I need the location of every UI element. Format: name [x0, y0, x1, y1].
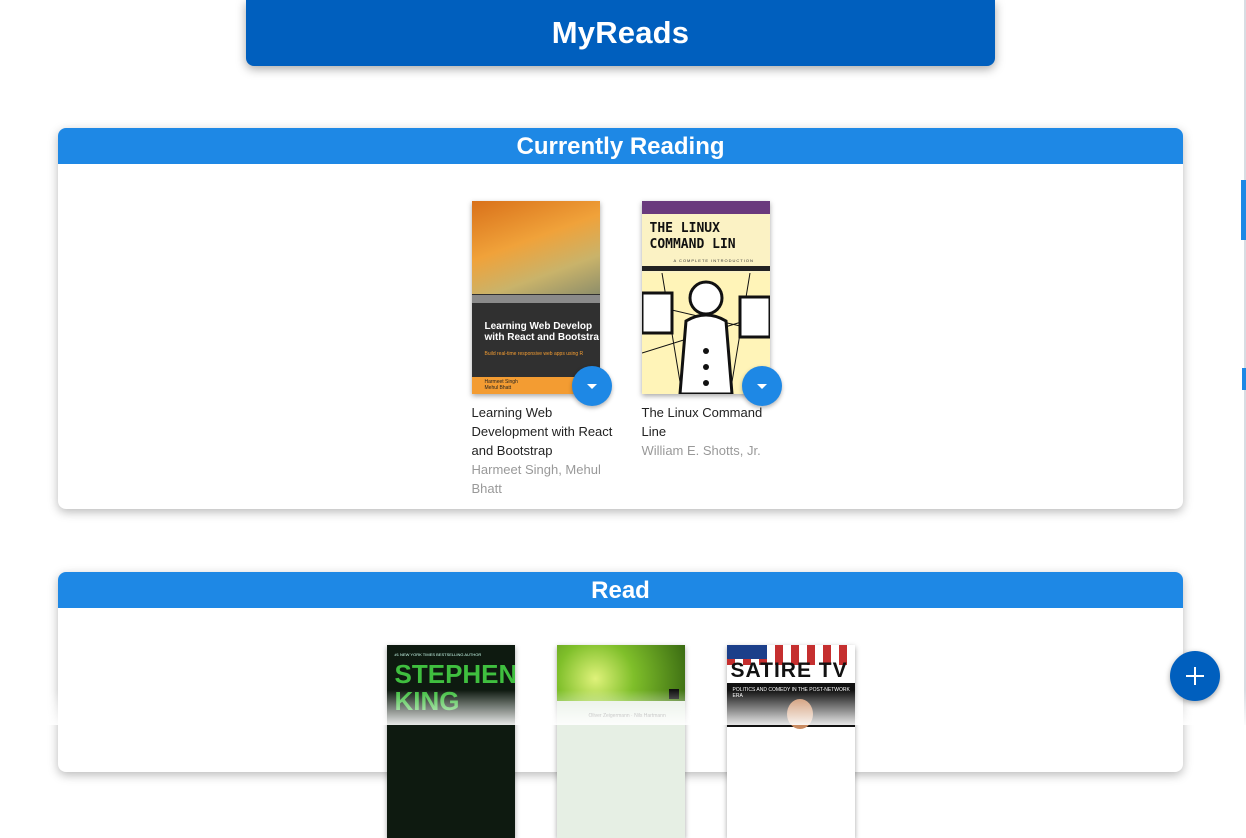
plus-icon: [1186, 667, 1204, 685]
book-cover[interactable]: SATIRE TV POLITICS AND COMEDY IN THE POS…: [726, 645, 855, 838]
chevron-down-icon: [586, 383, 597, 389]
shelf-title: Read: [58, 572, 1183, 608]
cover-art: [556, 645, 685, 701]
cover-tagline: Build real-time responsive web apps usin…: [484, 351, 584, 357]
book-item: SATIRE TV POLITICS AND COMEDY IN THE POS…: [726, 645, 855, 838]
cover-authors: Oliver Zeigermann · Nils Hartmann: [588, 713, 666, 719]
right-edge-accent: [1242, 368, 1246, 390]
right-edge-accent: [1241, 180, 1246, 240]
cover-title-line: COMMAND LIN: [649, 237, 736, 252]
book-cover[interactable]: Learning Web Develop with React and Boot…: [471, 201, 600, 394]
cover-title-line: STEPHEN: [394, 659, 515, 689]
cover-title-line: with React and Bootstra: [484, 332, 599, 343]
book-title: The Linux Command Line: [641, 405, 763, 439]
cover-tagline: #1 NEW YORK TIMES BESTSELLING AUTHOR: [394, 652, 482, 657]
shelf-title: Currently Reading: [58, 128, 1183, 164]
book-item: Learning Web Develop with React and Boot…: [471, 201, 612, 498]
cover-authors: Harmeet Singh Mehul Bhatt: [485, 379, 518, 391]
cover-author-bar: [641, 266, 770, 271]
book-authors: Harmeet Singh, Mehul Bhatt: [471, 462, 601, 496]
cover-title: THE LINUX COMMAND LIN: [650, 221, 736, 253]
chevron-down-icon: [756, 383, 767, 389]
cover-author-line: Mehul Bhatt: [484, 385, 512, 391]
cover-title: SATIRE TV: [730, 659, 848, 682]
book-authors: William E. Shotts, Jr.: [641, 443, 761, 458]
publisher-logo-icon: [668, 689, 679, 699]
cover-title: Learning Web Develop with React and Boot…: [485, 321, 599, 343]
book-item: THE LINUX COMMAND LIN A COMPLETE INTRODU…: [641, 201, 782, 498]
shelf-currently-reading: Currently Reading Learning Web Develop w…: [58, 128, 1183, 509]
book-shelf-changer-button[interactable]: [571, 366, 612, 406]
flag-canton: [726, 645, 767, 659]
book-cover[interactable]: THE LINUX COMMAND LIN A COMPLETE INTRODU…: [641, 201, 770, 394]
cover-topbar: [641, 201, 770, 214]
add-book-button[interactable]: [1170, 651, 1220, 701]
cover-subtitle: POLITICS AND COMEDY IN THE POST-NETWORK …: [732, 687, 850, 699]
book-item: #1 NEW YORK TIMES BESTSELLING AUTHOR STE…: [386, 645, 515, 838]
app-title: MyReads: [551, 15, 690, 50]
cover-title: STEPHEN KING: [395, 661, 515, 715]
cover-subtitle: A COMPLETE INTRODUCTION: [673, 258, 754, 263]
cover-title-line: THE LINUX: [649, 221, 720, 236]
cover-strip: [471, 295, 600, 303]
shelf-read: Read #1 NEW YORK TIMES BESTSELLING AUTHO…: [58, 572, 1183, 838]
app-header: MyReads: [246, 0, 995, 66]
book-cover[interactable]: Oliver Zeigermann · Nils Hartmann: [556, 645, 685, 838]
book-shelf-changer-button[interactable]: [741, 366, 782, 406]
cover-title-line: KING: [394, 686, 460, 716]
book-grid: Learning Web Develop with React and Boot…: [58, 201, 1183, 498]
cover-title-line: Learning Web Develop: [484, 321, 593, 332]
book-grid: #1 NEW YORK TIMES BESTSELLING AUTHOR STE…: [58, 645, 1183, 838]
book-cover[interactable]: #1 NEW YORK TIMES BESTSELLING AUTHOR STE…: [386, 645, 515, 838]
book-title: Learning Web Development with React and …: [471, 405, 613, 458]
book-item: Oliver Zeigermann · Nils Hartmann: [556, 645, 685, 838]
